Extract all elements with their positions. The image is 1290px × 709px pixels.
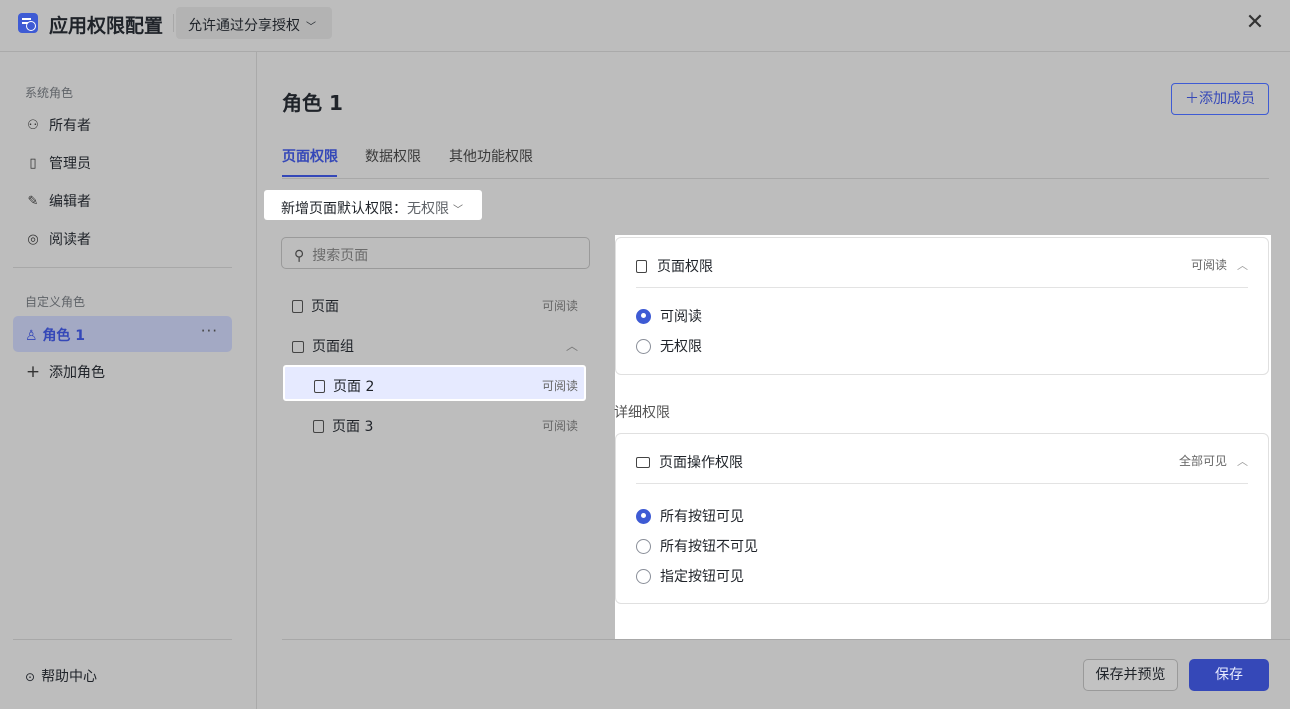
page-permission-card-header[interactable]: 页面权限 可阅读 ︿ (636, 238, 1248, 288)
add-role-button[interactable]: + 添加角色 (25, 361, 105, 383)
title-divider (173, 14, 174, 32)
sidebar-divider (13, 267, 232, 268)
radio-unchecked-icon (636, 338, 651, 354)
radio-label: 无权限 (660, 339, 702, 355)
radio-specified-visible[interactable]: 指定按钮可见 (636, 566, 744, 586)
radio-all-visible[interactable]: 所有按钮可见 (636, 506, 744, 526)
more-options-icon[interactable]: ··· (201, 322, 218, 340)
default-permission-value: 无权限 (407, 201, 449, 217)
close-icon[interactable]: ✕ (1242, 11, 1268, 37)
chevron-up-icon[interactable]: ︿ (1237, 259, 1248, 272)
role-title: 角色 1 (282, 91, 343, 115)
share-auth-dropdown[interactable]: 允许通过分享授权 ﹀ (176, 7, 332, 39)
page-name: 页面 2 (333, 379, 375, 395)
sidebar-item-label: 所有者 (49, 118, 91, 134)
operation-permission-card: 页面操作权限 全部可见 ︿ 所有按钮可见 所有按钮不可见 指定按钮可见 (615, 433, 1269, 604)
page-name: 页面 (311, 299, 339, 315)
help-center-link[interactable]: ⊙ 帮助中心 (25, 666, 97, 686)
page-icon (313, 420, 324, 433)
radio-checked-icon (636, 308, 651, 324)
page-permission-card: 页面权限 可阅读 ︿ 可阅读 无权限 (615, 237, 1269, 375)
page-icon (292, 300, 303, 313)
radio-all-hidden[interactable]: 所有按钮不可见 (636, 536, 758, 556)
user-icon: ♙ (25, 328, 43, 344)
page-name: 页面组 (312, 339, 354, 355)
sidebar-bottom-divider (13, 639, 232, 640)
tabs-divider (282, 178, 1269, 179)
chevron-up-icon[interactable]: ︿ (1237, 455, 1248, 468)
card-title: 页面权限 (657, 259, 713, 275)
page-tree-item[interactable]: 页面 可阅读 (281, 287, 590, 323)
page-title: 应用权限配置 (49, 15, 164, 37)
sidebar-item-role-1[interactable]: ♙ 角色 1 ··· (13, 316, 232, 352)
save-button[interactable]: 保存 (1189, 659, 1269, 691)
search-icon: ⚲ (294, 248, 305, 264)
radio-readable[interactable]: 可阅读 (636, 306, 702, 326)
radio-label: 所有按钮不可见 (660, 539, 758, 555)
help-center-label: 帮助中心 (41, 669, 98, 685)
building-icon: ▯ (29, 155, 37, 171)
cursor-click-icon (636, 457, 650, 468)
footer-divider (282, 639, 1290, 640)
sidebar-item-admin[interactable]: ▯ 管理员 (25, 152, 91, 174)
sidebar-item-label: 角色 1 (42, 328, 86, 344)
tab-data-permission[interactable]: 数据权限 (365, 146, 421, 166)
chevron-down-icon: ﹀ (453, 205, 463, 216)
sidebar-item-label: 阅读者 (49, 232, 91, 248)
chevron-up-icon[interactable]: ︿ (566, 337, 578, 354)
help-icon: ⊙ (25, 670, 36, 684)
page-status: 可阅读 (541, 379, 578, 393)
add-role-label: 添加角色 (49, 365, 105, 381)
page-group-item[interactable]: 页面组 ︿ (281, 327, 590, 363)
sidebar-item-owner[interactable]: ⚇ 所有者 (25, 114, 91, 136)
page-name: 页面 3 (332, 419, 374, 435)
card-summary: 可阅读 (1190, 258, 1227, 272)
radio-no-permission[interactable]: 无权限 (636, 336, 702, 356)
permission-detail-panel: 页面权限 可阅读 ︿ 可阅读 无权限 详细权限 页面操作权限 全部可见 ︿ 所有按钮… (614, 235, 1271, 639)
plus-icon: + (25, 362, 41, 382)
tab-other-permission[interactable]: 其他功能权限 (449, 146, 533, 166)
custom-roles-heading: 自定义角色 (25, 295, 86, 309)
radio-label: 所有按钮可见 (660, 509, 744, 525)
page-icon (636, 260, 647, 273)
eye-icon: ◎ (27, 231, 39, 247)
sidebar-item-label: 管理员 (49, 156, 91, 172)
system-roles-heading: 系统角色 (25, 86, 74, 100)
edit-icon: ✎ (27, 193, 39, 209)
users-icon: ⚇ (27, 117, 39, 133)
chevron-down-icon: ﹀ (306, 22, 316, 33)
radio-checked-icon (636, 508, 651, 524)
sidebar-item-reader[interactable]: ◎ 阅读者 (25, 228, 91, 250)
search-input[interactable]: ⚲ 搜索页面 (281, 237, 590, 269)
page-status: 可阅读 (541, 299, 578, 313)
radio-unchecked-icon (636, 538, 651, 554)
page-tree-item-selected[interactable]: 页面 2 可阅读 (283, 365, 586, 401)
add-member-label: 添加成员 (1199, 91, 1255, 107)
detail-permission-heading: 详细权限 (614, 405, 670, 421)
card-title: 页面操作权限 (659, 455, 743, 471)
share-auth-label: 允许通过分享授权 (188, 18, 300, 34)
search-placeholder: 搜索页面 (312, 248, 369, 264)
radio-unchecked-icon (636, 568, 651, 584)
default-permission-label: 新增页面默认权限： (281, 201, 407, 217)
sidebar-item-editor[interactable]: ✎ 编辑者 (25, 190, 91, 212)
card-summary: 全部可见 (1178, 454, 1227, 468)
page-status: 可阅读 (541, 419, 578, 433)
radio-label: 可阅读 (660, 309, 702, 325)
operation-permission-card-header[interactable]: 页面操作权限 全部可见 ︿ (636, 434, 1248, 484)
tab-page-permission[interactable]: 页面权限 (282, 146, 338, 166)
plus-icon: ＋ (1185, 91, 1199, 107)
app-permission-icon (18, 13, 38, 33)
page-tree-item[interactable]: 页面 3 可阅读 (281, 407, 590, 443)
radio-label: 指定按钮可见 (660, 569, 744, 585)
page-icon (314, 380, 325, 393)
default-permission-dropdown[interactable]: 新增页面默认权限：无权限 ﹀ (264, 190, 482, 220)
save-and-preview-button[interactable]: 保存并预览 (1083, 659, 1178, 691)
add-member-button[interactable]: ＋添加成员 (1171, 83, 1269, 115)
active-tab-indicator (282, 175, 337, 177)
sidebar-item-label: 编辑者 (49, 194, 91, 210)
page-group-icon (292, 341, 304, 353)
